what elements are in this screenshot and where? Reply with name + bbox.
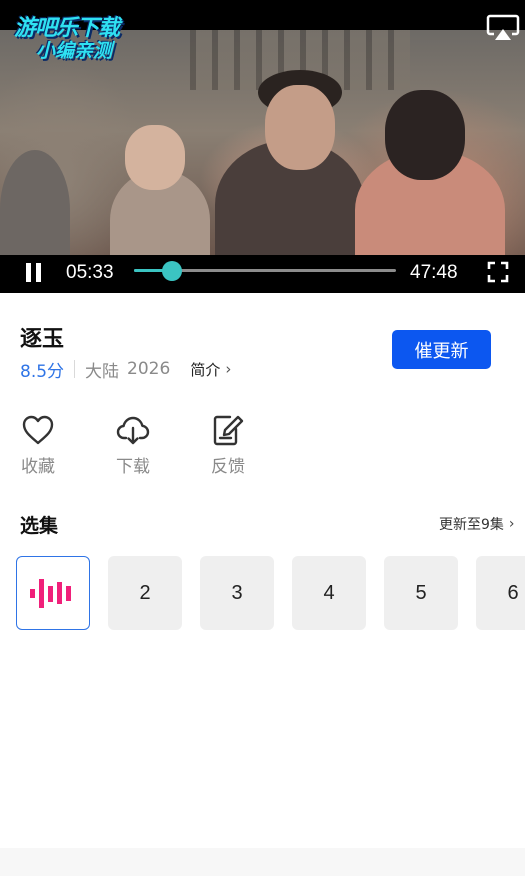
scene-figure	[0, 150, 70, 255]
episode-item[interactable]: 4	[292, 556, 366, 630]
episode-1-playing[interactable]	[16, 556, 90, 630]
watermark-logo: 游吧乐下载 小编亲测	[14, 10, 146, 68]
feedback-button[interactable]: 反馈	[204, 412, 252, 478]
current-time: 05:33	[66, 262, 114, 283]
show-score: 8.5分	[20, 361, 65, 382]
episodes-more-link[interactable]: 更新至9集 ›	[439, 514, 515, 534]
heart-icon	[22, 415, 54, 445]
episodes-update-status: 更新至9集	[439, 517, 504, 533]
cloud-download-icon	[116, 416, 150, 445]
meta-divider	[74, 360, 76, 378]
feedback-edit-icon	[213, 415, 244, 446]
progress-thumb[interactable]	[162, 261, 183, 281]
favorite-label: 收藏	[21, 457, 55, 477]
intro-link[interactable]: 简介 ›	[190, 359, 231, 380]
episode-item[interactable]: 6	[476, 556, 525, 630]
scene-figure	[385, 90, 465, 180]
show-year: 2026	[127, 359, 171, 379]
episode-item[interactable]: 5	[384, 556, 458, 630]
total-time: 47:48	[410, 262, 458, 283]
show-meta: 8.5分 大陆 2026 简介 ›	[20, 358, 231, 382]
fullscreen-icon[interactable]	[487, 261, 509, 283]
request-update-button[interactable]: 催更新	[392, 330, 491, 369]
bottom-strip	[0, 848, 525, 876]
episode-item[interactable]: 2	[108, 556, 182, 630]
chevron-right-icon: ›	[225, 360, 232, 378]
show-title: 逐玉	[20, 327, 65, 352]
episodes-title: 选集	[20, 515, 59, 537]
video-player[interactable]: 游吧乐下载 小编亲测 05:33 47:48	[0, 0, 525, 293]
episode-item[interactable]: 3	[200, 556, 274, 630]
watermark-line2: 小编亲测	[36, 40, 113, 62]
pause-icon[interactable]	[24, 263, 44, 283]
scene-figure	[265, 85, 335, 170]
equalizer-icon	[30, 579, 71, 608]
player-controls: 05:33 47:48	[0, 255, 525, 293]
feedback-label: 反馈	[211, 457, 245, 477]
intro-label: 简介	[190, 360, 221, 379]
airplay-icon[interactable]	[486, 14, 520, 42]
download-label: 下载	[116, 457, 150, 477]
download-button[interactable]: 下载	[109, 412, 157, 478]
favorite-button[interactable]: 收藏	[14, 412, 62, 478]
progress-slider[interactable]	[134, 261, 396, 281]
show-region: 大陆	[85, 361, 120, 382]
scene-figure	[125, 125, 185, 190]
chevron-right-icon: ›	[508, 516, 515, 532]
